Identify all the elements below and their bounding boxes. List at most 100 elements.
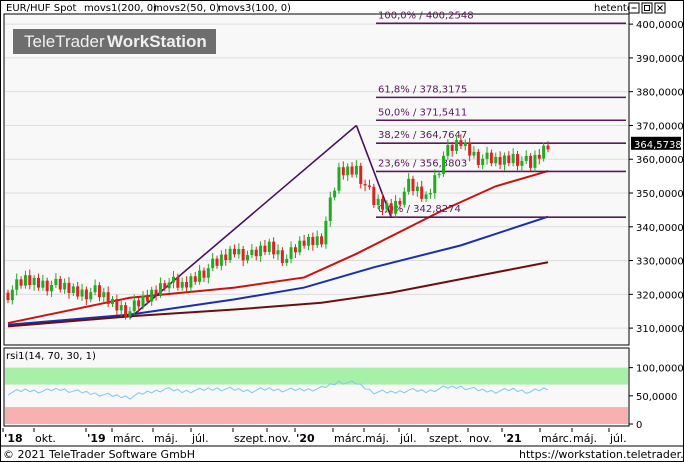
maximize-button[interactable]	[641, 2, 653, 14]
time-tick-label: márc.	[541, 432, 572, 445]
candle-body	[285, 258, 289, 263]
candle-body	[41, 280, 45, 288]
candle-body	[137, 300, 141, 307]
candle-body	[280, 250, 284, 263]
candle-body	[150, 289, 154, 302]
price-tick-label: 390,0000	[636, 54, 684, 65]
chart-canvas: 100,0% / 400,2548 61,8% / 378,3175 50,0% /…	[0, 0, 684, 462]
candle-body	[76, 286, 80, 297]
candle-body	[180, 282, 184, 288]
rsi-tick-label: 0	[636, 420, 642, 431]
candle-body	[389, 203, 393, 214]
candle-body	[533, 154, 537, 168]
candle-body	[381, 198, 385, 210]
candle-body	[302, 240, 306, 246]
candle-body	[246, 255, 250, 261]
copyright-text: © 2021 TeleTrader Software GmbH	[3, 448, 195, 461]
time-tick-label: '21	[503, 432, 522, 445]
candle-body	[15, 279, 19, 290]
candle-body	[237, 248, 241, 255]
candle-body	[524, 156, 528, 161]
candle-body	[198, 270, 202, 282]
candle-body	[171, 276, 175, 283]
candle-body	[354, 165, 358, 175]
rsi-tick-label: 100,0000	[636, 364, 684, 375]
candle-body	[19, 279, 23, 286]
candle-body	[132, 300, 136, 312]
time-tick-label: '19	[87, 432, 106, 445]
price-tick-label: 310,0000	[636, 324, 684, 335]
candle-body	[263, 245, 267, 253]
candle-body	[363, 183, 367, 186]
price-tick-label: 350,0000	[636, 189, 684, 200]
candle-body	[254, 249, 258, 257]
candle-body	[481, 158, 485, 165]
candle-body	[115, 299, 119, 311]
time-tick-label: '20	[296, 432, 315, 445]
time-tick-label: júl.	[609, 432, 627, 445]
candle-body	[167, 282, 171, 289]
candle-body	[350, 166, 354, 175]
candle-body	[293, 247, 297, 253]
candle-body	[459, 140, 463, 147]
price-tick-label: 340,0000	[636, 223, 684, 234]
candle-body	[211, 258, 215, 269]
price-plot-area[interactable]	[3, 13, 630, 346]
candle-body	[298, 240, 302, 253]
candle-body	[10, 289, 14, 301]
candle-body	[219, 254, 223, 266]
candle-body	[45, 280, 49, 292]
url-text: https://workstation.teletrader.com	[519, 448, 684, 461]
candle-body	[158, 283, 162, 295]
candle-body	[102, 292, 106, 298]
candle-body	[450, 145, 454, 151]
candle-body	[367, 185, 371, 187]
candle-body	[320, 236, 324, 245]
candle-body	[6, 292, 10, 301]
candle-body	[385, 203, 389, 210]
candle-body	[215, 258, 219, 266]
candle-body	[337, 167, 341, 191]
candle-body	[97, 285, 101, 298]
candle-body	[267, 241, 271, 253]
candle-body	[259, 245, 263, 257]
candle-body	[241, 248, 245, 261]
time-tick-label: szept.	[429, 432, 462, 445]
current-value-label: 364,5738	[634, 140, 682, 151]
candle-body	[84, 289, 88, 300]
candle-body	[546, 145, 550, 150]
candle-body	[333, 190, 337, 198]
candle-body	[228, 248, 232, 261]
candle-body	[58, 278, 62, 290]
candle-body	[67, 282, 71, 293]
candle-body	[119, 305, 123, 311]
candle-body	[311, 237, 315, 246]
fibonacci-level-label: 61,8% / 378,3175	[378, 84, 467, 95]
candle-body	[498, 157, 502, 165]
fibonacci-level-label: 50,0% / 371,5411	[378, 107, 467, 118]
candle-body	[224, 254, 228, 261]
candle-body	[89, 292, 93, 300]
logo-text-workstation: WorkStation	[107, 32, 207, 51]
candle-body	[289, 247, 293, 259]
candle-body	[428, 193, 432, 195]
candle-body	[106, 292, 110, 304]
time-tick-label: nov.	[469, 432, 492, 445]
candle-body	[420, 186, 424, 199]
candle-body	[63, 282, 67, 290]
price-tick-label: 400,0000	[636, 20, 684, 31]
candle-body	[398, 200, 402, 205]
candle-body	[346, 166, 350, 176]
candle-body	[455, 140, 459, 151]
candle-body	[537, 154, 541, 159]
price-tick-label: 330,0000	[636, 257, 684, 268]
candle-body	[124, 305, 128, 317]
candle-body	[71, 286, 75, 293]
candle-body	[23, 275, 27, 286]
rsi-tick-label: 50,0000	[636, 392, 677, 403]
candle-body	[376, 198, 380, 206]
rsi-oversold-zone	[5, 407, 628, 424]
candle-body	[542, 145, 546, 159]
candle-body	[437, 173, 441, 176]
candle-body	[485, 152, 489, 159]
